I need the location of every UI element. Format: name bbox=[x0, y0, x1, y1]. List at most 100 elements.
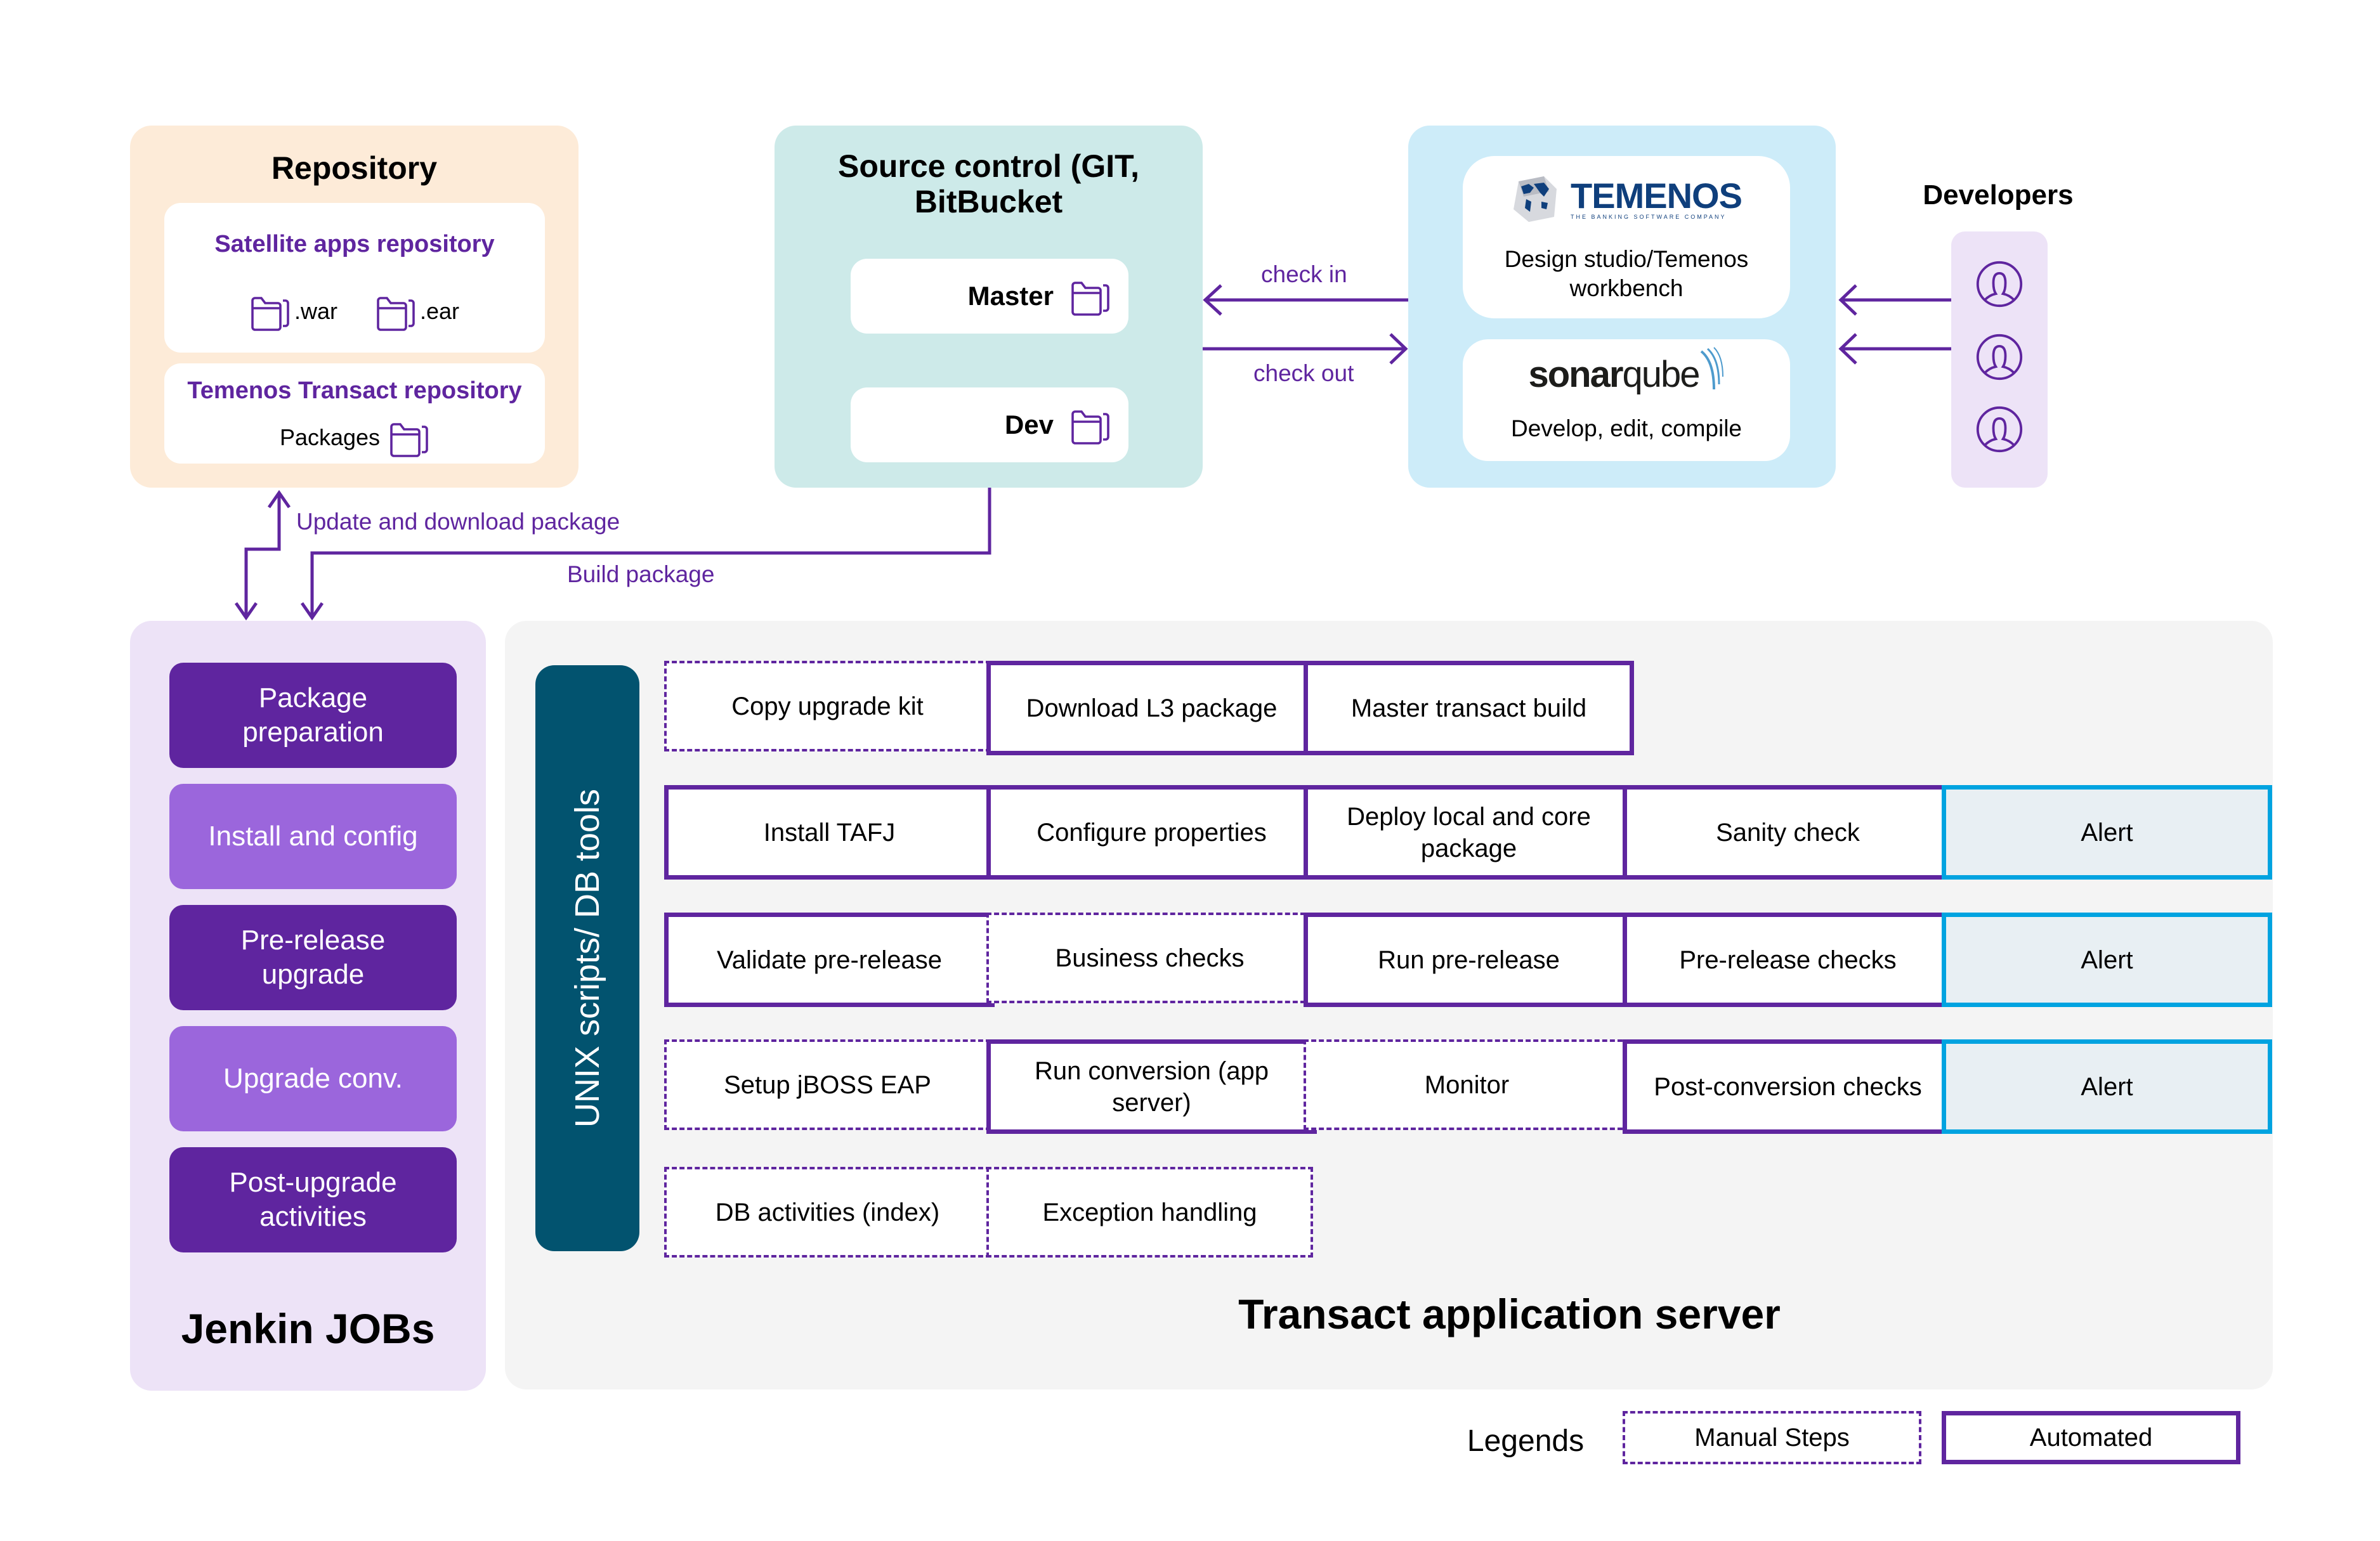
developers-panel bbox=[1951, 231, 2048, 488]
step-label: Setup jBOSS EAP bbox=[724, 1070, 931, 1099]
step-box[interactable]: Install TAFJ bbox=[664, 785, 995, 880]
branch-dev[interactable]: Dev bbox=[851, 387, 1128, 462]
step-box[interactable]: Exception handling bbox=[986, 1167, 1313, 1258]
update-download-arrow bbox=[244, 493, 281, 618]
branch-label: Master bbox=[967, 281, 1054, 311]
repository-title: Repository bbox=[271, 150, 438, 186]
unix-db-tools-label: UNIX scripts/ DB tools bbox=[568, 788, 606, 1128]
repository-panel: Repository Satellite apps repository .wa… bbox=[130, 126, 579, 488]
ear-file[interactable]: .ear bbox=[376, 292, 459, 331]
temenos-description: Design studio/Temenos workbench bbox=[1463, 245, 1790, 303]
job-label: activities bbox=[259, 1201, 367, 1232]
update-download-label: Update and download package bbox=[296, 509, 620, 535]
satellite-apps-repository: Satellite apps repository .war .ear bbox=[164, 203, 545, 353]
file-extension: .ear bbox=[419, 298, 460, 324]
step-label: Sanity check bbox=[1716, 818, 1860, 847]
step-label: Install TAFJ bbox=[763, 818, 896, 847]
sonarqube-card: sonarqube Develop, edit, compile bbox=[1463, 339, 1790, 461]
sonarqube-logo: sonarqube bbox=[1463, 346, 1790, 396]
step-box[interactable]: Deploy local and core package bbox=[1304, 785, 1634, 880]
desc-line: Design studio/Temenos bbox=[1504, 246, 1749, 272]
step-label: Copy upgrade kit bbox=[731, 692, 924, 720]
source-control-panel: Source control (GIT, BitBucket Master De… bbox=[775, 126, 1203, 488]
folder-icon[interactable] bbox=[389, 418, 429, 457]
transact-repo-title: Temenos Transact repository bbox=[187, 377, 522, 404]
job-label: Pre-release bbox=[240, 925, 386, 956]
step-label: Business checks bbox=[1055, 944, 1245, 972]
war-file[interactable]: .war bbox=[250, 292, 337, 331]
alert-step[interactable]: Alert bbox=[1942, 913, 2272, 1007]
legend-manual-steps: Manual Steps bbox=[1623, 1411, 1921, 1464]
temenos-card: TEMENOS THE BANKING SOFTWARE COMPANY Des… bbox=[1463, 156, 1790, 318]
step-box[interactable]: Configure properties bbox=[986, 785, 1317, 880]
job-install-config[interactable]: Install and config bbox=[169, 784, 457, 889]
job-label: Upgrade conv. bbox=[223, 1063, 403, 1094]
branch-master[interactable]: Master bbox=[851, 259, 1128, 334]
step-label: Deploy local and core package bbox=[1347, 802, 1591, 862]
desc-line: workbench bbox=[1569, 275, 1684, 301]
alert-step[interactable]: Alert bbox=[1942, 785, 2272, 880]
title-line: Source control (GIT, bbox=[837, 148, 1140, 184]
job-post-upgrade[interactable]: Post-upgrade activities bbox=[169, 1147, 457, 1252]
job-package-preparation[interactable]: Package preparation bbox=[169, 663, 457, 768]
user-icon[interactable] bbox=[1975, 333, 2024, 381]
step-label: Alert bbox=[2081, 946, 2133, 974]
build-package-label: Build package bbox=[567, 561, 715, 587]
jenkins-jobs-panel: Package preparation Install and config Pr… bbox=[130, 621, 486, 1391]
job-label: preparation bbox=[242, 717, 384, 748]
dev-tools-panel: TEMENOS THE BANKING SOFTWARE COMPANY Des… bbox=[1408, 126, 1836, 488]
title-line: BitBucket bbox=[914, 184, 1063, 219]
step-label: Master transact build bbox=[1350, 694, 1587, 722]
unix-db-tools-bar: UNIX scripts/ DB tools bbox=[535, 665, 639, 1251]
check-in-label: check in bbox=[1261, 261, 1347, 287]
step-label: Post-conversion checks bbox=[1654, 1072, 1922, 1101]
source-control-title: Source control (GIT, BitBucket bbox=[775, 148, 1203, 219]
step-box[interactable]: Setup jBOSS EAP bbox=[664, 1039, 991, 1130]
step-label: Alert bbox=[2081, 818, 2133, 847]
step-label: DB activities (index) bbox=[715, 1198, 940, 1226]
jenkins-title: Jenkin JOBs bbox=[181, 1305, 435, 1352]
check-out-label: check out bbox=[1253, 360, 1354, 386]
job-pre-release-upgrade[interactable]: Pre-release upgrade bbox=[169, 905, 457, 1010]
sonar-word: sonar bbox=[1528, 354, 1624, 395]
job-label: Package bbox=[258, 682, 368, 713]
job-label: Post-upgrade bbox=[229, 1167, 397, 1198]
step-box[interactable]: Post-conversion checks bbox=[1623, 1039, 1953, 1134]
step-label: Pre-release checks bbox=[1679, 946, 1897, 974]
transact-server-panel: UNIX scripts/ DB tools Copy upgrade kit D… bbox=[505, 621, 2273, 1389]
temenos-logo: TEMENOS THE BANKING SOFTWARE COMPANY bbox=[1463, 176, 1790, 222]
step-box[interactable]: Pre-release checks bbox=[1623, 913, 1953, 1007]
developers-title: Developers bbox=[1923, 179, 2074, 211]
step-label: Download L3 package bbox=[1026, 694, 1278, 722]
file-extension: .war bbox=[294, 298, 337, 324]
step-box[interactable]: Sanity check bbox=[1623, 785, 1953, 880]
step-box[interactable]: Master transact build bbox=[1304, 661, 1634, 755]
step-box[interactable]: DB activities (index) bbox=[664, 1167, 991, 1258]
packages-label: Packages bbox=[279, 424, 381, 450]
temenos-wordmark: TEMENOS bbox=[1571, 176, 1743, 216]
step-box[interactable]: Run conversion (app server) bbox=[986, 1039, 1317, 1134]
build-package-arrow bbox=[310, 488, 991, 618]
user-icon[interactable] bbox=[1975, 405, 2024, 453]
step-label: Exception handling bbox=[1042, 1198, 1257, 1226]
step-label: Run pre-release bbox=[1378, 946, 1560, 974]
step-box[interactable]: Run pre-release bbox=[1304, 913, 1634, 1007]
alert-step[interactable]: Alert bbox=[1942, 1039, 2272, 1134]
step-box[interactable]: Validate pre-release bbox=[664, 913, 995, 1007]
job-label: Install and config bbox=[208, 821, 418, 852]
sonar-waves-icon bbox=[1701, 346, 1724, 389]
step-label: Monitor bbox=[1424, 1070, 1510, 1099]
satellite-title: Satellite apps repository bbox=[214, 231, 495, 257]
sonarqube-description: Develop, edit, compile bbox=[1510, 415, 1743, 441]
step-label: Alert bbox=[2081, 1072, 2133, 1101]
folder-icon bbox=[1071, 410, 1109, 445]
step-box[interactable]: Monitor bbox=[1304, 1039, 1630, 1130]
job-upgrade-conv[interactable]: Upgrade conv. bbox=[169, 1026, 457, 1131]
user-icon[interactable] bbox=[1975, 260, 2024, 308]
step-label: Configure properties bbox=[1036, 818, 1267, 847]
globe-cube-icon bbox=[1514, 176, 1557, 222]
job-label: upgrade bbox=[261, 959, 365, 990]
step-box[interactable]: Copy upgrade kit bbox=[664, 661, 991, 751]
step-box[interactable]: Download L3 package bbox=[986, 661, 1317, 755]
step-box[interactable]: Business checks bbox=[986, 913, 1313, 1003]
